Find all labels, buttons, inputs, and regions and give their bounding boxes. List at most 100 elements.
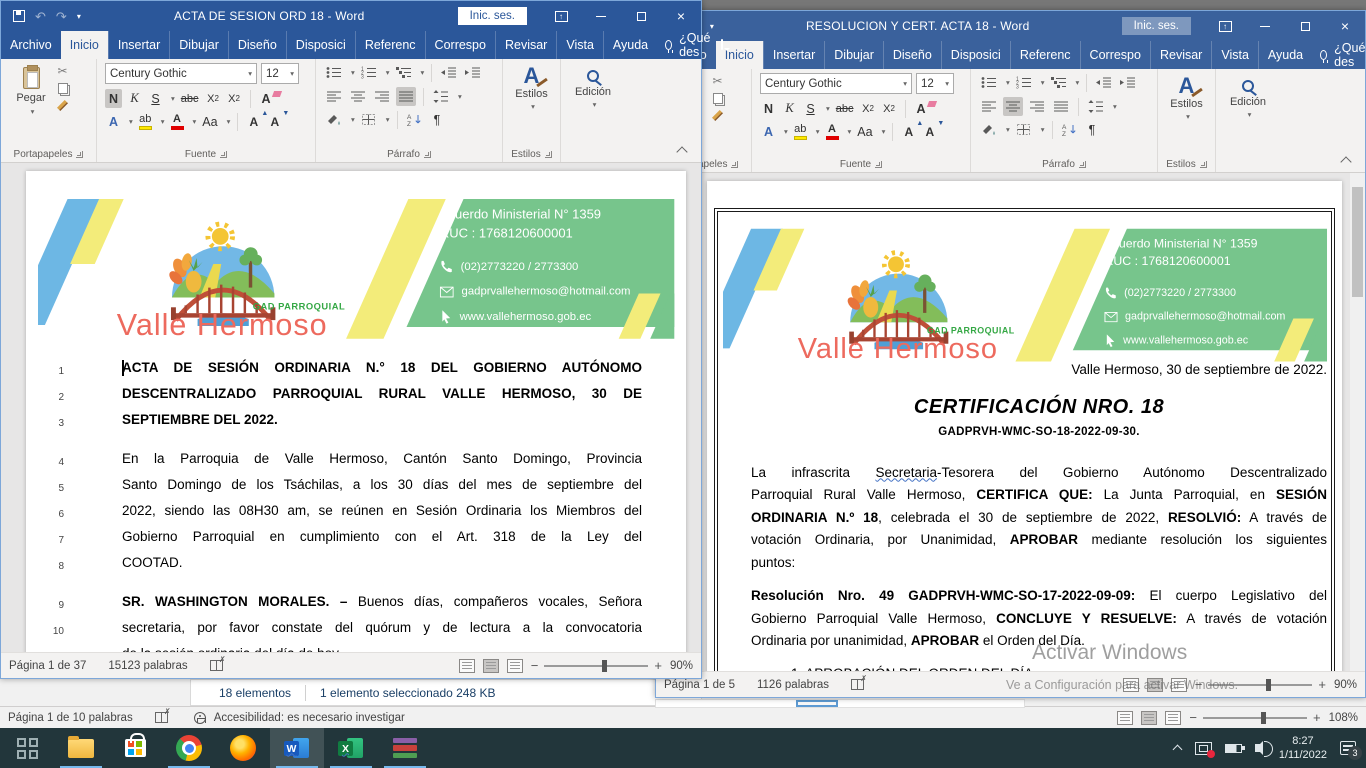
styles-button[interactable]: AEstilos▾ — [1158, 73, 1215, 121]
tab-ayuda[interactable]: Ayuda — [1258, 41, 1312, 69]
shading-button[interactable] — [324, 110, 344, 129]
redo-button[interactable]: ↷ — [56, 10, 67, 23]
font-dialog-launcher[interactable] — [220, 151, 227, 158]
line-spacing-button[interactable] — [431, 87, 451, 106]
tab-vista[interactable]: Vista — [1211, 41, 1258, 69]
tab-revisar[interactable]: Revisar — [495, 31, 556, 59]
superscript-button[interactable]: X2 — [226, 89, 243, 108]
read-mode-button[interactable] — [1123, 678, 1139, 692]
web-layout-button[interactable] — [1171, 678, 1187, 692]
ribbon-display-options-button[interactable]: ↑ — [1205, 11, 1245, 41]
zoom-level[interactable]: 90% — [1334, 679, 1357, 691]
tab-revisar[interactable]: Revisar — [1150, 41, 1211, 69]
minimize-button[interactable] — [1245, 11, 1285, 41]
format-painter-button[interactable] — [57, 100, 68, 111]
sign-in-button[interactable]: Inic. ses. — [1122, 17, 1191, 35]
clear-formatting-button[interactable]: A — [258, 89, 275, 108]
tell-me-search[interactable]: ¿Qué des — [1312, 41, 1366, 69]
taskbar-winrar[interactable] — [378, 728, 432, 768]
clear-formatting-button[interactable]: A — [913, 99, 930, 118]
zoom-level[interactable]: 108% — [1329, 712, 1358, 724]
strikethrough-button[interactable]: abc — [179, 89, 201, 108]
ribbon-display-options-button[interactable]: ↑ — [541, 1, 581, 31]
minimize-button[interactable] — [581, 1, 621, 31]
justify-button[interactable] — [396, 87, 416, 106]
font-color-button[interactable]: A — [824, 122, 841, 141]
close-button[interactable]: × — [661, 1, 701, 31]
collapse-ribbon-button[interactable] — [678, 145, 687, 154]
grow-font-button[interactable]: A▲ — [900, 122, 917, 141]
copy-button[interactable] — [713, 93, 723, 104]
maximize-button[interactable] — [1285, 11, 1325, 41]
document-text[interactable]: Valle Hermoso, 30 de septiembre de 2022.… — [751, 359, 1327, 671]
align-left-button[interactable] — [324, 87, 344, 106]
bold-button[interactable]: N — [105, 89, 122, 108]
taskbar-firefox[interactable] — [216, 728, 270, 768]
tab-correspondencia[interactable]: Correspo — [1080, 41, 1150, 69]
sort-button[interactable]: AZ — [405, 110, 425, 129]
accessibility-status[interactable]: Accesibilidad: es necesario investigar — [214, 712, 405, 724]
highlight-color-button[interactable]: ab — [792, 122, 809, 141]
action-center-icon[interactable]: 3 — [1340, 741, 1356, 755]
word-count[interactable]: 15123 palabras — [108, 660, 187, 672]
print-layout-button[interactable] — [1147, 678, 1163, 692]
grow-font-button[interactable]: A▲ — [245, 112, 262, 131]
zoom-slider[interactable]: −+ — [1189, 710, 1320, 725]
tab-insertar[interactable]: Insertar — [763, 41, 824, 69]
align-center-button[interactable] — [348, 87, 368, 106]
format-painter-button[interactable] — [712, 110, 723, 121]
increase-indent-button[interactable] — [1118, 73, 1138, 92]
page-indicator[interactable]: Página 1 de 5 — [664, 679, 735, 691]
read-mode-button[interactable] — [1117, 711, 1133, 725]
scrollbar-thumb[interactable] — [1352, 187, 1363, 297]
start-button[interactable] — [0, 728, 54, 768]
sign-in-button[interactable]: Inic. ses. — [458, 7, 527, 25]
undo-button[interactable]: ↶ — [35, 10, 46, 23]
word-count[interactable]: 0 palabras — [79, 712, 133, 724]
numbering-button[interactable]: 123 — [1014, 73, 1034, 92]
accessibility-icon[interactable] — [194, 712, 206, 724]
word-count[interactable]: 1126 palabras — [757, 679, 829, 691]
strikethrough-button[interactable]: abc — [834, 99, 856, 118]
shrink-font-button[interactable]: A▼ — [921, 122, 938, 141]
bullets-button[interactable] — [324, 63, 344, 82]
align-center-button[interactable] — [1003, 97, 1023, 116]
font-size-combo[interactable]: 12▾ — [916, 73, 954, 94]
font-color-button[interactable]: A — [169, 112, 186, 131]
subscript-button[interactable]: X2 — [860, 99, 877, 118]
document-page[interactable]: GAD PARROQUIAL Valle Hermoso Acuerdo Min… — [707, 181, 1342, 671]
tab-dibujar[interactable]: Dibujar — [824, 41, 883, 69]
tell-me-search[interactable]: ¿Qué des — [657, 31, 721, 59]
shading-button[interactable] — [979, 120, 999, 139]
page-indicator[interactable]: Página 1 de 1 — [8, 712, 79, 724]
taskbar-excel[interactable]: X — [324, 728, 378, 768]
print-layout-button[interactable] — [1141, 711, 1157, 725]
line-spacing-button[interactable] — [1086, 97, 1106, 116]
borders-button[interactable] — [1014, 120, 1034, 139]
decrease-indent-button[interactable] — [439, 63, 459, 82]
superscript-button[interactable]: X2 — [881, 99, 898, 118]
proofing-error-icon[interactable] — [155, 712, 168, 723]
show-paragraph-marks-button[interactable]: ¶ — [429, 110, 446, 129]
text-effects-button[interactable]: A — [760, 122, 777, 141]
paragraph-dialog-launcher[interactable] — [424, 151, 431, 158]
sort-button[interactable]: AZ — [1060, 120, 1080, 139]
align-right-button[interactable] — [1027, 97, 1047, 116]
tab-disposicion[interactable]: Disposici — [286, 31, 355, 59]
increase-indent-button[interactable] — [463, 63, 483, 82]
save-button[interactable] — [13, 10, 25, 22]
align-left-button[interactable] — [979, 97, 999, 116]
change-case-button[interactable]: Aa — [855, 122, 874, 141]
decrease-indent-button[interactable] — [1094, 73, 1114, 92]
scrollbar-thumb[interactable] — [796, 700, 838, 707]
proofing-error-icon[interactable] — [210, 660, 223, 671]
document-page[interactable]: GAD PARROQUIAL Valle Hermoso Acuerdo Min… — [26, 171, 686, 652]
font-name-combo[interactable]: Century Gothic▾ — [105, 63, 257, 84]
tab-diseno[interactable]: Diseño — [883, 41, 941, 69]
read-mode-button[interactable] — [459, 659, 475, 673]
paragraph-dialog-launcher[interactable] — [1079, 161, 1086, 168]
bold-button[interactable]: N — [760, 99, 777, 118]
borders-button[interactable] — [359, 110, 379, 129]
maximize-button[interactable] — [621, 1, 661, 31]
italic-button[interactable]: K — [126, 89, 143, 108]
